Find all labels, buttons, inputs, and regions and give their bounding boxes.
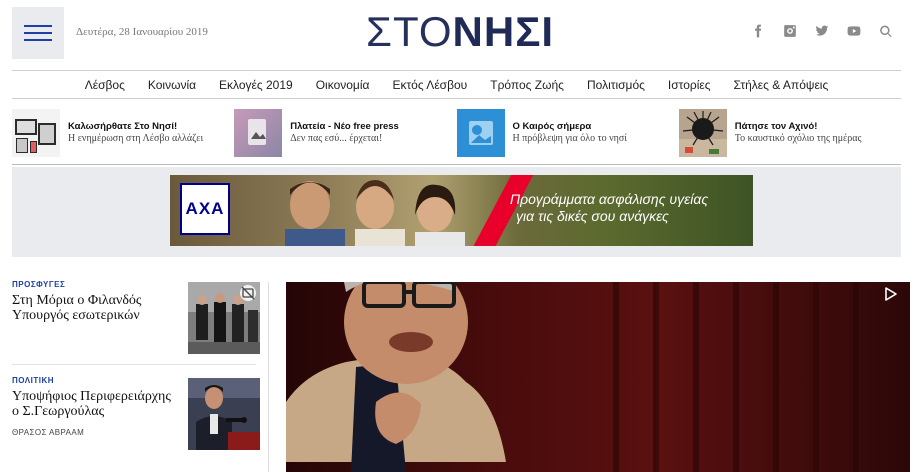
article-card: ΠΡΟΣΦΥΓΕΣ Στη Μόρια ο Φιλανδός Υπουργός … bbox=[12, 280, 260, 354]
video-frame bbox=[286, 282, 910, 472]
article-card: ΠΟΛΙΤΙΚΗ Υποψήφιος Περιφερειάρχης ο Σ.Γε… bbox=[12, 376, 260, 450]
promo-weather-title: Ο Καιρός σήμερα bbox=[512, 121, 592, 132]
facebook-icon[interactable] bbox=[751, 24, 765, 38]
promo-welcome-title: Καλωσήρθατε Στο Νησί! bbox=[68, 121, 178, 132]
nav-item-politismos[interactable]: Πολιτισμός bbox=[587, 78, 645, 92]
youtube-icon[interactable] bbox=[847, 24, 861, 38]
article-thumbnail[interactable] bbox=[188, 378, 260, 450]
article-title[interactable]: Στη Μόρια ο Φιλανδός Υπουργός εσωτερικών bbox=[12, 293, 176, 323]
promo-achinos[interactable]: Πάτησε τον Αχινό! Το καυστικό σχόλιο της… bbox=[678, 106, 901, 160]
promo-plateia-thumbnail bbox=[234, 109, 283, 157]
featured-video[interactable] bbox=[286, 282, 910, 472]
ad-copy-line2: για τις δικές σου ανάγκες bbox=[516, 208, 669, 224]
advertisement-band: AXA Προγράμματα ασφάλισης υγείας για τις… bbox=[12, 167, 901, 257]
promo-welcome-subtitle: Η ενημέρωση στη Λέσβο αλλάζει bbox=[68, 133, 204, 144]
play-icon[interactable] bbox=[884, 287, 898, 301]
article-thumbnail[interactable] bbox=[188, 282, 260, 354]
hamburger-line bbox=[24, 39, 52, 41]
instagram-icon[interactable] bbox=[783, 24, 797, 38]
current-date: Δευτέρα, 28 Ιανουαρίου 2019 bbox=[76, 26, 208, 38]
main-navigation: Λέσβος Κοινωνία Εκλογές 2019 Οικονομία Ε… bbox=[12, 70, 901, 99]
nav-item-lesvos[interactable]: Λέσβος bbox=[85, 78, 125, 92]
social-links bbox=[751, 24, 893, 38]
axa-banner-ad[interactable]: AXA Προγράμματα ασφάλισης υγείας για τις… bbox=[170, 175, 753, 246]
article-divider bbox=[12, 364, 256, 365]
ad-people-image bbox=[285, 180, 465, 246]
axa-logo: AXA bbox=[180, 183, 230, 235]
nav-item-oikonomia[interactable]: Οικονομία bbox=[316, 78, 370, 92]
nav-item-ekloges-2019[interactable]: Εκλογές 2019 bbox=[219, 78, 293, 92]
promo-strip: Καλωσήρθατε Στο Νησί! Η ενημέρωση στη Λέ… bbox=[12, 106, 901, 160]
ad-copy: Προγράμματα ασφάλισης υγείας για τις δικ… bbox=[510, 191, 708, 225]
logo-text-bold: ΝΗΣΙ bbox=[452, 8, 555, 55]
twitter-icon[interactable] bbox=[815, 24, 829, 38]
promo-plateia-subtitle: Δεν πας εσύ... έρχεται! bbox=[290, 133, 383, 144]
divider bbox=[12, 164, 901, 165]
promo-weather[interactable]: Ο Καιρός σήμερα Η πρόβλεψη για όλο το νη… bbox=[456, 106, 679, 160]
promo-welcome[interactable]: Καλωσήρθατε Στο Νησί! Η ενημέρωση στη Λέ… bbox=[12, 106, 234, 160]
promo-welcome-thumbnail bbox=[12, 109, 60, 157]
promo-achinos-thumbnail bbox=[678, 109, 727, 157]
nav-item-ektos-lesvou[interactable]: Εκτός Λέσβου bbox=[392, 78, 467, 92]
promo-weather-subtitle: Η πρόβλεψη για όλο το νησί bbox=[512, 133, 627, 144]
ad-copy-line1: Προγράμματα ασφάλισης υγείας bbox=[510, 191, 709, 207]
hamburger-line bbox=[24, 25, 52, 27]
photo-badge-icon bbox=[240, 285, 256, 301]
column-divider bbox=[268, 282, 269, 472]
promo-achinos-title: Πάτησε τον Αχινό! bbox=[734, 121, 818, 132]
promo-plateia-title: Πλατεία - Νέο free press bbox=[290, 121, 399, 132]
site-logo[interactable]: ΣΤΟΝΗΣΙ bbox=[366, 10, 554, 54]
hamburger-menu-button[interactable] bbox=[12, 7, 64, 59]
article-title[interactable]: Υποψήφιος Περιφερειάρχης ο Σ.Γεωργούλας bbox=[12, 389, 176, 419]
logo-text-thin: ΣΤΟ bbox=[366, 8, 453, 55]
nav-item-stiles-apopseis[interactable]: Στήλες & Απόψεις bbox=[734, 78, 829, 92]
nav-item-istories[interactable]: Ιστορίες bbox=[668, 78, 711, 92]
nav-item-koinonia[interactable]: Κοινωνία bbox=[148, 78, 196, 92]
promo-weather-thumbnail bbox=[456, 109, 505, 157]
promo-plateia[interactable]: Πλατεία - Νέο free press Δεν πας εσύ... … bbox=[234, 106, 456, 160]
search-icon[interactable] bbox=[879, 24, 893, 38]
nav-item-tropos-zois[interactable]: Τρόπος Ζωής bbox=[490, 78, 564, 92]
hamburger-line bbox=[24, 32, 52, 34]
promo-achinos-subtitle: Το καυστικό σχόλιο της ημέρας bbox=[734, 133, 862, 144]
